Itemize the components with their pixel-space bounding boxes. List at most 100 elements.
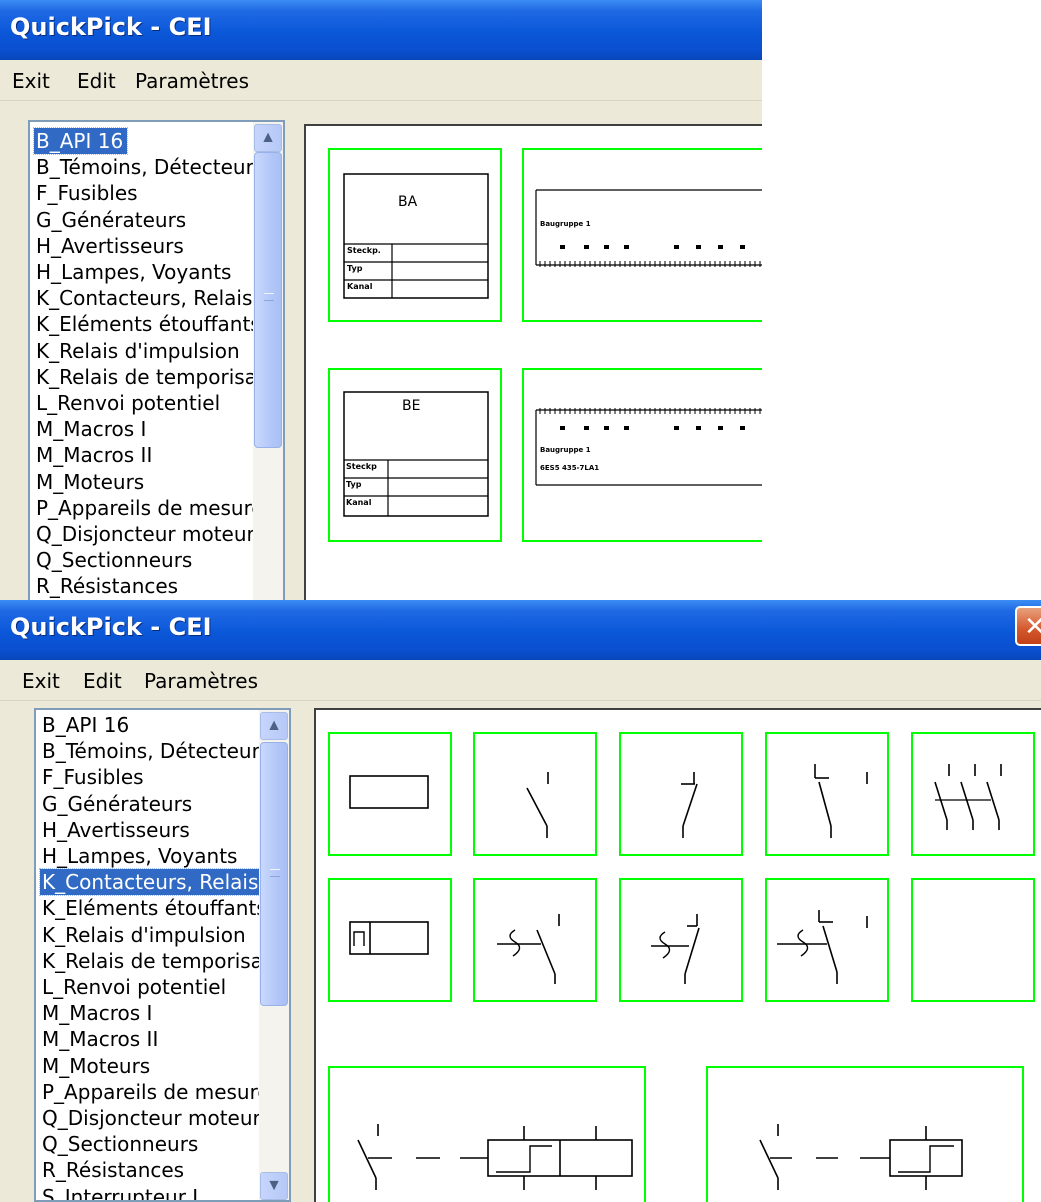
ba-row-kanal: Kanal bbox=[347, 282, 373, 291]
menu-exit-2[interactable]: Exit bbox=[22, 669, 60, 693]
category-item[interactable]: M_Moteurs bbox=[40, 1053, 154, 1079]
category-item[interactable]: B_Témoins, Détecteur bbox=[34, 154, 258, 180]
quickpick-window-1: QuickPick - CEI Exit Edit Paramètres B_A… bbox=[0, 0, 762, 600]
category-item[interactable]: K_Eléments étouffants bbox=[34, 311, 265, 337]
symbol-empty-slot[interactable] bbox=[911, 878, 1035, 1002]
title-bar[interactable]: QuickPick - CEI bbox=[0, 0, 762, 60]
strip-marker bbox=[560, 426, 565, 430]
category-item[interactable]: L_Renvoi potentiel bbox=[40, 974, 230, 1000]
menu-parametres[interactable]: Paramètres bbox=[135, 69, 249, 93]
menu-exit[interactable]: Exit bbox=[12, 69, 50, 93]
scroll-grip-2 bbox=[270, 869, 280, 877]
category-list[interactable]: B_API 16 B_Témoins, Détecteur F_Fusibles G_… bbox=[28, 120, 285, 600]
symbol-no-contact[interactable] bbox=[473, 732, 597, 856]
category-item[interactable]: F_Fusibles bbox=[34, 180, 142, 206]
category-item[interactable]: B_API 16 bbox=[40, 712, 133, 738]
strip-marker bbox=[624, 245, 629, 249]
strip-marker bbox=[718, 426, 723, 430]
scroll-thumb-2[interactable] bbox=[260, 742, 288, 1006]
category-item[interactable]: S_Interrupteur I bbox=[40, 1184, 202, 1200]
scroll-thumb[interactable] bbox=[254, 152, 282, 448]
category-item[interactable]: B_API 16 bbox=[32, 127, 129, 155]
menu-parametres-2[interactable]: Paramètres bbox=[144, 669, 258, 693]
be-row-steckp: Steckp bbox=[346, 462, 377, 471]
scroll-down-button-2[interactable]: ▼ bbox=[260, 1172, 288, 1200]
category-item[interactable]: K_Relais d'impulsion bbox=[40, 922, 250, 948]
symbol-delay-no-contact[interactable] bbox=[473, 878, 597, 1002]
be-row-kanal: Kanal bbox=[346, 498, 372, 507]
menu-edit-2[interactable]: Edit bbox=[83, 669, 122, 693]
close-icon: ✕ bbox=[1024, 612, 1041, 642]
strip-marker bbox=[604, 245, 609, 249]
category-item[interactable]: M_Macros I bbox=[34, 416, 150, 442]
be-label: BE bbox=[402, 398, 421, 414]
symbol-cell-strip-1[interactable]: Baugruppe 1 bbox=[522, 148, 762, 322]
category-item[interactable]: H_Lampes, Voyants bbox=[34, 259, 235, 285]
symbol-cell-ba[interactable]: BA Steckp. Typ Kanal bbox=[328, 148, 502, 322]
symbol-panel: BA Steckp. Typ Kanal Baugruppe 1 BE Stec… bbox=[304, 124, 762, 600]
terminal-strip-symbol-2 bbox=[535, 408, 762, 486]
list-scrollbar-2[interactable]: ▲ ▼ bbox=[259, 710, 289, 1200]
symbol-timed-coil[interactable] bbox=[328, 878, 452, 1002]
category-item[interactable]: G_Générateurs bbox=[40, 791, 196, 817]
symbol-cell-be[interactable]: BE Steckp Typ Kanal bbox=[328, 368, 502, 542]
category-item[interactable]: H_Avertisseurs bbox=[40, 817, 194, 843]
scroll-up-button[interactable]: ▲ bbox=[254, 124, 282, 152]
category-item[interactable]: L_Renvoi potentiel bbox=[34, 390, 224, 416]
symbol-contact-with-timer[interactable] bbox=[706, 1066, 1024, 1202]
symbol-panel-2 bbox=[314, 708, 1041, 1202]
strip-marker bbox=[718, 245, 723, 249]
category-item[interactable]: H_Avertisseurs bbox=[34, 233, 188, 259]
ba-label: BA bbox=[398, 194, 418, 210]
category-item[interactable]: K_Contacteurs, Relais bbox=[38, 868, 264, 897]
list-scrollbar[interactable]: ▲ bbox=[253, 122, 283, 600]
category-item[interactable]: M_Macros II bbox=[40, 1026, 162, 1052]
category-item[interactable]: K_Relais de temporisat bbox=[34, 364, 269, 390]
category-item[interactable]: F_Fusibles bbox=[40, 764, 148, 790]
symbol-delay-changeover[interactable] bbox=[765, 878, 889, 1002]
be-row-typ: Typ bbox=[346, 480, 362, 489]
strip-marker bbox=[560, 245, 565, 249]
ba-row-typ: Typ bbox=[347, 264, 363, 273]
category-item[interactable]: Q_Disjoncteur moteur bbox=[34, 521, 259, 547]
category-item[interactable]: B_Témoins, Détecteur bbox=[40, 738, 264, 764]
strip-marker bbox=[696, 426, 701, 430]
category-item[interactable]: Q_Sectionneurs bbox=[40, 1131, 202, 1157]
symbol-three-pole-contact[interactable] bbox=[911, 732, 1035, 856]
scroll-up-arrow-icon: ▲ bbox=[260, 129, 276, 146]
category-item[interactable]: M_Macros II bbox=[34, 442, 156, 468]
category-list-2[interactable]: B_API 16 B_Témoins, Détecteur F_Fusibles G_… bbox=[34, 708, 291, 1202]
category-item[interactable]: R_Résistances bbox=[40, 1157, 188, 1183]
category-item[interactable]: P_Appareils de mesure bbox=[34, 495, 268, 521]
category-item[interactable]: K_Relais de temporisat bbox=[40, 948, 275, 974]
menu-bar: Exit Edit Paramètres bbox=[0, 60, 762, 101]
category-item[interactable]: P_Appareils de mesure bbox=[40, 1079, 274, 1105]
category-item[interactable]: K_Relais d'impulsion bbox=[34, 338, 244, 364]
title-bar-2[interactable]: QuickPick - CEI ✕ bbox=[0, 600, 1041, 660]
strip-marker bbox=[696, 245, 701, 249]
symbol-cell-strip-2[interactable]: Baugruppe 1 6ES5 435-7LA1 bbox=[522, 368, 762, 542]
close-button[interactable]: ✕ bbox=[1015, 606, 1041, 646]
category-item[interactable]: G_Générateurs bbox=[34, 207, 190, 233]
scroll-down-arrow-icon: ▼ bbox=[266, 1177, 282, 1194]
ba-block-symbol bbox=[343, 173, 489, 299]
category-item[interactable]: M_Moteurs bbox=[34, 469, 148, 495]
strip-marker bbox=[740, 426, 745, 430]
category-item[interactable]: H_Lampes, Voyants bbox=[40, 843, 241, 869]
symbol-coil[interactable] bbox=[328, 732, 452, 856]
menu-edit[interactable]: Edit bbox=[77, 69, 116, 93]
symbol-changeover-contact[interactable] bbox=[765, 732, 889, 856]
category-item[interactable]: Q_Disjoncteur moteur bbox=[40, 1105, 265, 1131]
terminal-strip-symbol bbox=[535, 189, 762, 267]
symbol-nc-contact[interactable] bbox=[619, 732, 743, 856]
category-item[interactable]: R_Résistances bbox=[34, 573, 182, 599]
category-item[interactable]: K_Eléments étouffants bbox=[40, 895, 271, 921]
category-item[interactable]: K_Contacteurs, Relais bbox=[34, 285, 256, 311]
category-item[interactable]: Q_Sectionneurs bbox=[34, 547, 196, 573]
symbol-contact-with-timer-double[interactable] bbox=[328, 1066, 646, 1202]
strip-marker bbox=[584, 245, 589, 249]
scroll-up-button-2[interactable]: ▲ bbox=[260, 712, 288, 740]
category-item[interactable]: M_Macros I bbox=[40, 1000, 156, 1026]
window-title: QuickPick - CEI bbox=[10, 13, 212, 41]
symbol-delay-nc-contact[interactable] bbox=[619, 878, 743, 1002]
